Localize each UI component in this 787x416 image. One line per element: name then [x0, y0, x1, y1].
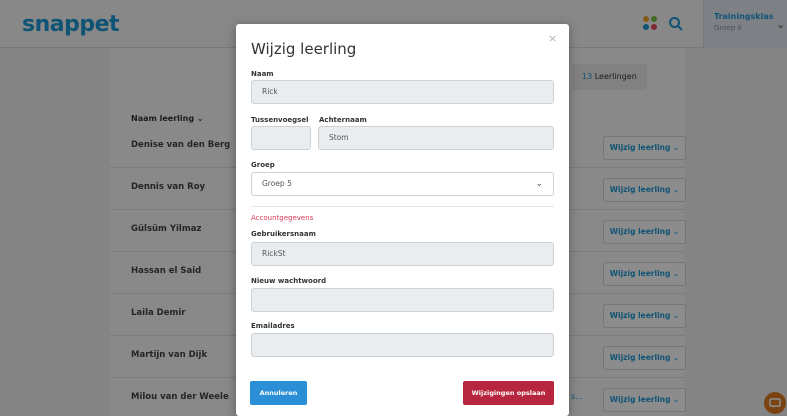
group-select-value: Groep 5 — [262, 179, 292, 188]
username-label: Gebruikersnaam — [251, 230, 316, 238]
save-changes-button[interactable]: Wijzigingen opslaan — [463, 381, 554, 405]
first-name-field[interactable]: Rick — [251, 80, 554, 104]
last-name-field[interactable]: Stom — [318, 126, 554, 150]
cancel-button[interactable]: Annuleren — [250, 381, 307, 405]
modal-title: Wijzig leerling — [251, 40, 357, 58]
account-section-title: Accountgegevens — [251, 214, 314, 222]
infix-label: Tussenvoegsel — [251, 116, 309, 124]
divider — [251, 206, 554, 207]
password-field[interactable] — [251, 288, 554, 312]
password-label: Nieuw wachtwoord — [251, 277, 327, 285]
infix-field[interactable] — [251, 126, 311, 150]
first-name-label: Naam — [251, 70, 274, 78]
group-label: Groep — [251, 161, 275, 169]
close-icon[interactable]: × — [548, 32, 557, 45]
group-select[interactable]: Groep 5 ⌄ — [251, 172, 554, 196]
username-field[interactable]: RickSt — [251, 242, 554, 266]
last-name-label: Achternaam — [319, 116, 367, 124]
email-field[interactable] — [251, 333, 554, 357]
email-label: Emailadres — [251, 322, 295, 330]
chevron-down-icon: ⌄ — [535, 179, 543, 189]
edit-student-modal: Wijzig leerling × Naam Rick Tussenvoegse… — [236, 24, 569, 416]
